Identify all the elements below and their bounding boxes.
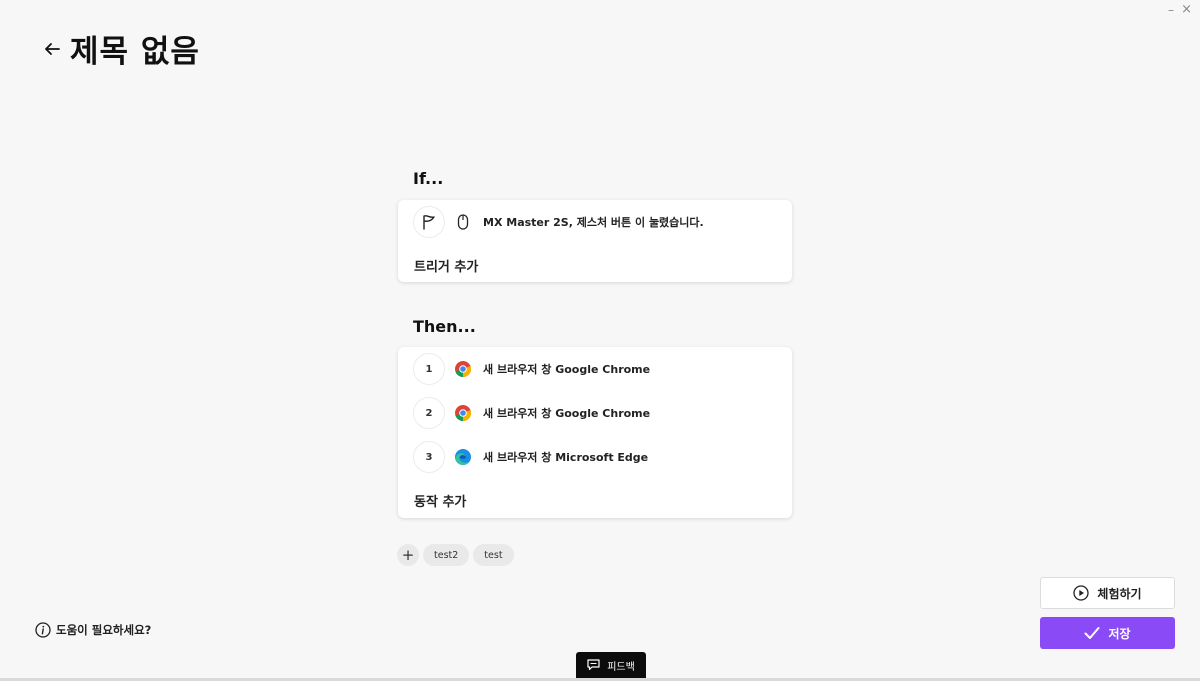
feedback-button[interactable]: 피드백 <box>576 652 646 681</box>
tag-chip[interactable]: test2 <box>423 544 470 566</box>
page-header: 제목 없음 <box>40 26 200 71</box>
actions-card: 1 새 브라우저 창 Google Chrome 2 새 브라우저 창 Goog… <box>398 347 792 518</box>
minimize-button[interactable]: – <box>1168 2 1174 18</box>
action-number: 1 <box>413 353 445 385</box>
then-heading: Then... <box>413 317 476 336</box>
action-text: 새 브라우저 창 Google Chrome <box>483 407 651 420</box>
chat-bubble-icon <box>587 659 600 671</box>
info-icon <box>35 622 51 638</box>
action-row[interactable]: 2 새 브라우저 창 Google Chrome <box>413 397 650 429</box>
page-title[interactable]: 제목 없음 <box>70 26 200 71</box>
chrome-icon <box>453 359 473 379</box>
add-tag-button[interactable]: + <box>397 544 419 566</box>
mouse-icon <box>453 212 473 232</box>
help-link[interactable]: 도움이 필요하세요? <box>35 622 151 638</box>
feedback-label: 피드백 <box>607 662 635 673</box>
trigger-icon-circle <box>413 206 445 238</box>
action-number: 2 <box>413 397 445 429</box>
trigger-card: MX Master 2S, 제스처 버튼 이 눌렸습니다. 트리거 추가 <box>398 200 792 282</box>
tag-list: + test2 test <box>397 544 518 566</box>
trigger-text: MX Master 2S, 제스처 버튼 이 눌렸습니다. <box>483 216 704 229</box>
help-text: 도움이 필요하세요? <box>56 623 152 637</box>
app-window: – × 제목 없음 If... MX Master 2S, 제스처 버튼 이 눌… <box>0 0 1200 681</box>
gesture-flag-icon <box>423 215 435 230</box>
try-button[interactable]: 체험하기 <box>1040 577 1175 609</box>
save-label: 저장 <box>1108 626 1131 641</box>
add-action-link[interactable]: 동작 추가 <box>414 491 466 510</box>
play-circle-icon <box>1073 585 1090 601</box>
if-heading: If... <box>413 169 444 188</box>
trigger-row[interactable]: MX Master 2S, 제스처 버튼 이 눌렸습니다. <box>413 206 704 238</box>
action-row[interactable]: 1 새 브라우저 창 Google Chrome <box>413 353 650 385</box>
tag-chip[interactable]: test <box>473 544 514 566</box>
action-number: 3 <box>413 441 445 473</box>
chrome-icon <box>453 403 473 423</box>
add-trigger-link[interactable]: 트리거 추가 <box>414 256 478 275</box>
checkmark-icon <box>1084 627 1100 639</box>
action-text: 새 브라우저 창 Microsoft Edge <box>483 451 649 464</box>
action-text: 새 브라우저 창 Google Chrome <box>483 363 651 376</box>
edge-icon <box>453 447 473 467</box>
close-button[interactable]: × <box>1181 2 1192 18</box>
try-label: 체험하기 <box>1097 586 1142 601</box>
arrow-left-icon[interactable] <box>40 37 64 61</box>
action-row[interactable]: 3 새 브라우저 창 Microsoft Edge <box>413 441 648 473</box>
save-button[interactable]: 저장 <box>1040 617 1175 649</box>
